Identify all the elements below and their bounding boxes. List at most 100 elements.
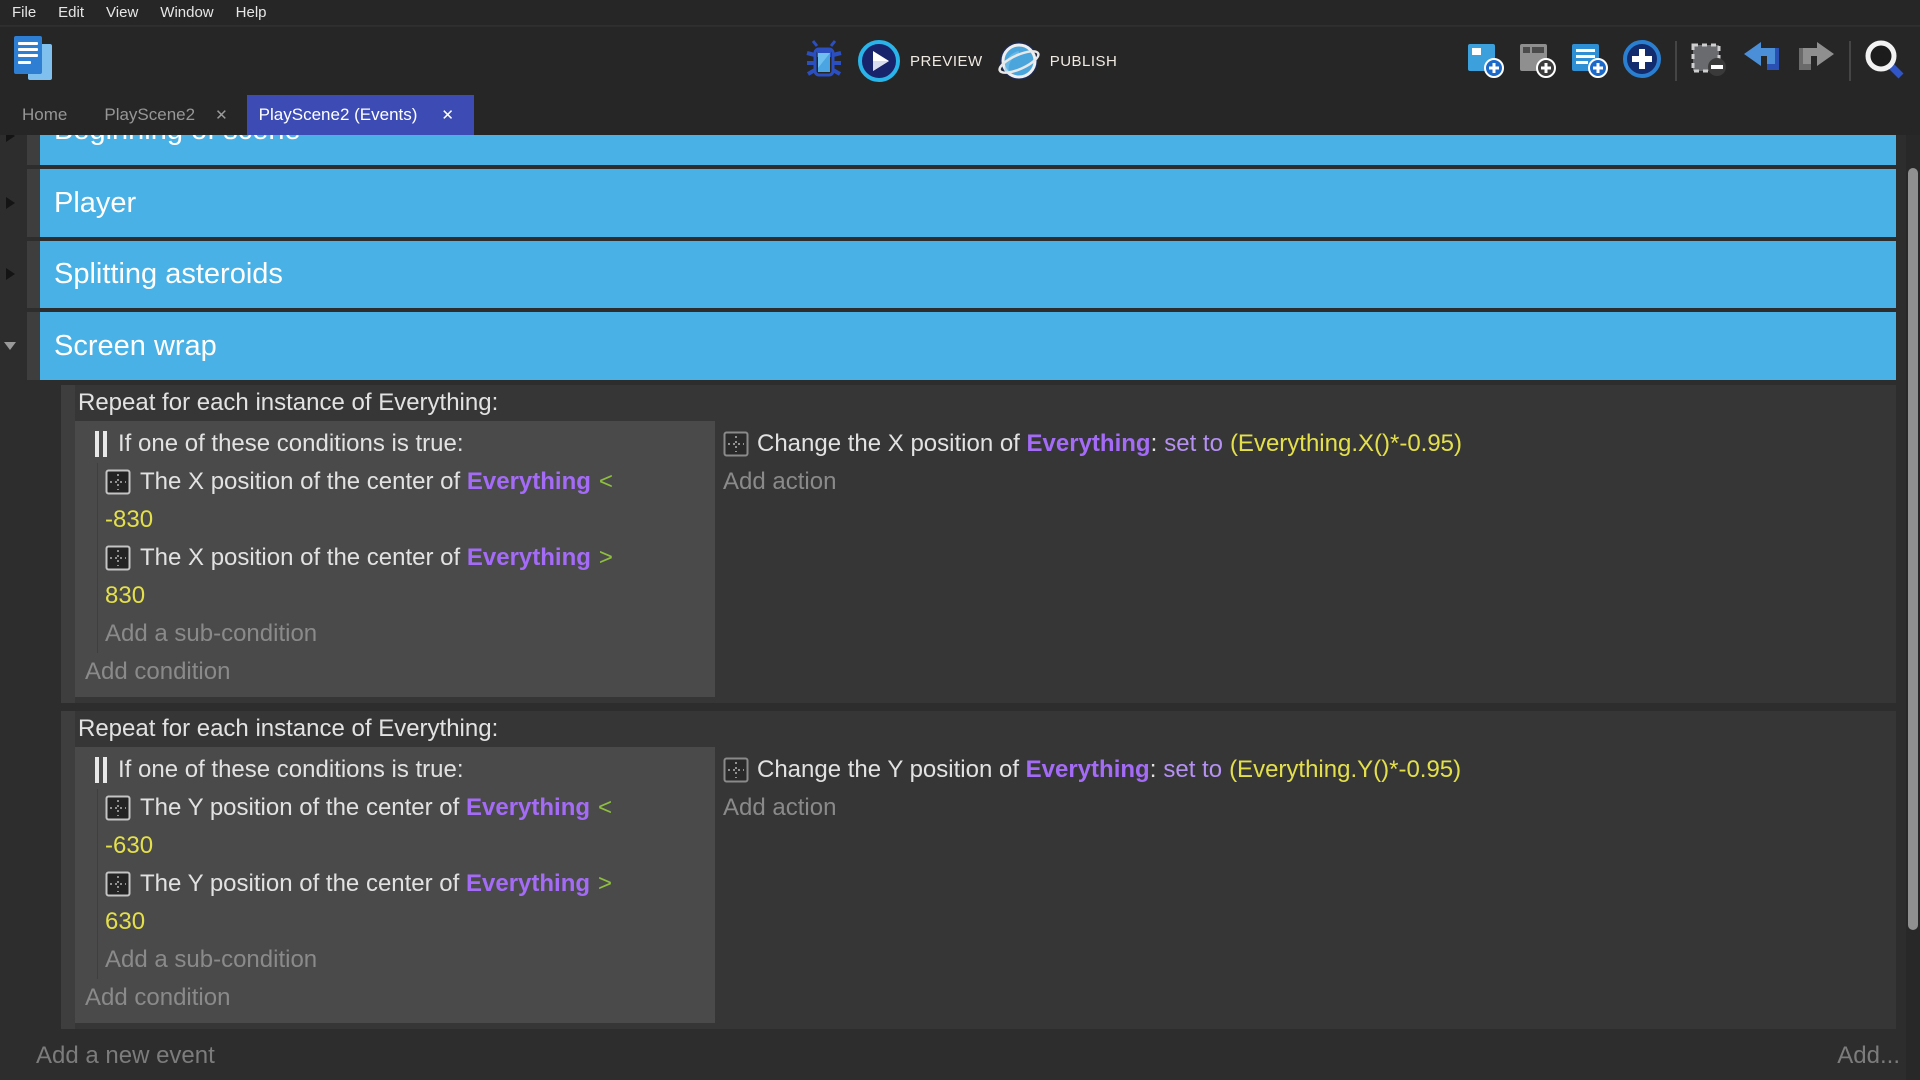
conditions-panel: If one of these conditions is true: <box>75 421 715 697</box>
action-text: Change the Y position of Everything:set … <box>757 756 1461 784</box>
repeat-event-header[interactable]: Repeat for each instance of Everything: <box>75 711 1896 747</box>
repeat-event-header[interactable]: Repeat for each instance of Everything: <box>75 385 1896 421</box>
or-condition-header[interactable]: If one of these conditions is true: <box>95 425 715 463</box>
toolbar-divider <box>1675 41 1677 81</box>
toolbar-divider <box>1849 41 1851 81</box>
position-icon <box>105 871 131 897</box>
add-new-event-link[interactable]: Add a new event <box>36 1042 215 1070</box>
menu-bar: File Edit View Window Help <box>0 0 1920 26</box>
drag-handle[interactable] <box>27 135 40 165</box>
condition-text: The Y position of the center of Everythi… <box>140 870 612 898</box>
main-toolbar: PREVIEW PUBLISH <box>0 27 1920 95</box>
position-icon <box>723 757 749 783</box>
toolbar-right <box>1465 27 1905 95</box>
menu-window[interactable]: Window <box>149 0 224 26</box>
drag-handle[interactable] <box>61 385 75 703</box>
condition-value[interactable]: -830 <box>105 501 715 539</box>
condition-text: The Y position of the center of Everythi… <box>140 794 612 822</box>
group-title: Splitting asteroids <box>54 258 283 291</box>
publish-button[interactable]: PUBLISH <box>997 39 1118 83</box>
tab-label: PlayScene2 <box>104 105 195 125</box>
condition-value[interactable]: 830 <box>105 577 715 615</box>
add-sub-condition-link[interactable]: Add a sub-condition <box>105 941 715 979</box>
action[interactable]: Change the Y position of Everything:set … <box>723 751 1896 789</box>
collapse-arrow-icon[interactable] <box>6 135 15 142</box>
condition-value[interactable]: -630 <box>105 827 715 865</box>
condition-text: The X position of the center of Everythi… <box>140 544 613 572</box>
preview-label: PREVIEW <box>910 53 983 70</box>
add-action-link[interactable]: Add action <box>723 789 1896 827</box>
add-more-link[interactable]: Add... <box>1837 1042 1900 1070</box>
menu-view[interactable]: View <box>95 0 149 26</box>
publish-label: PUBLISH <box>1050 53 1118 70</box>
expand-arrow-icon[interactable] <box>4 342 16 350</box>
position-icon <box>105 545 131 571</box>
menu-help[interactable]: Help <box>225 0 278 26</box>
group-title: Screen wrap <box>54 330 217 363</box>
actions-panel: Change the X position of Everything:set … <box>723 421 1896 501</box>
events-footer: Add a new event Add... <box>36 1040 1900 1072</box>
condition-text: The X position of the center of Everythi… <box>140 468 613 496</box>
add-subevent-icon[interactable] <box>1517 39 1557 84</box>
events-sheet: Beginning of scene Player Splitting aste… <box>0 135 1920 1080</box>
tab-close-icon[interactable]: ✕ <box>441 106 454 124</box>
tab-home[interactable]: Home <box>0 95 89 135</box>
group-title: Player <box>54 187 136 220</box>
or-condition-icon <box>95 757 107 783</box>
debug-icon[interactable] <box>805 39 843 84</box>
actions-panel: Change the Y position of Everything:set … <box>723 747 1896 827</box>
add-condition-link[interactable]: Add condition <box>85 653 715 691</box>
redo-icon[interactable] <box>1795 39 1837 84</box>
add-circle-icon[interactable] <box>1621 38 1663 85</box>
repeat-event-x: Repeat for each instance of Everything: … <box>61 385 1896 703</box>
position-icon <box>105 469 131 495</box>
add-action-link[interactable]: Add action <box>723 463 1896 501</box>
position-icon <box>105 795 131 821</box>
add-sub-condition-link[interactable]: Add a sub-condition <box>105 615 715 653</box>
tab-bar: Home PlayScene2 ✕ PlayScene2 (Events) ✕ <box>0 95 1920 135</box>
tab-label: PlayScene2 (Events) <box>259 105 418 125</box>
drag-handle[interactable] <box>27 169 40 237</box>
tab-label: Home <box>22 105 67 125</box>
menu-edit[interactable]: Edit <box>47 0 95 26</box>
action[interactable]: Change the X position of Everything:set … <box>723 425 1896 463</box>
tab-playscene2-events[interactable]: PlayScene2 (Events) ✕ <box>247 95 474 135</box>
position-icon <box>723 431 749 457</box>
toolbar-center: PREVIEW PUBLISH <box>805 27 1117 95</box>
add-condition-link[interactable]: Add condition <box>85 979 715 1017</box>
event-group-splitting-asteroids[interactable]: Splitting asteroids <box>27 241 1896 308</box>
or-condition-label: If one of these conditions is true: <box>118 756 464 784</box>
action-text: Change the X position of Everything:set … <box>757 430 1462 458</box>
event-group-screen-wrap[interactable]: Screen wrap <box>27 312 1896 380</box>
conditions-panel: If one of these conditions is true: <box>75 747 715 1023</box>
drag-handle[interactable] <box>27 241 40 308</box>
add-event-icon[interactable] <box>1465 39 1505 84</box>
condition[interactable]: The Y position of the center of Everythi… <box>105 789 715 865</box>
repeat-event-y: Repeat for each instance of Everything: … <box>61 711 1896 1029</box>
condition[interactable]: The X position of the center of Everythi… <box>105 463 715 539</box>
undo-icon[interactable] <box>1741 39 1783 84</box>
play-icon <box>857 39 901 83</box>
gdevelop-window: File Edit View Window Help <box>0 0 1920 1080</box>
search-icon[interactable] <box>1863 38 1905 85</box>
drag-handle[interactable] <box>27 312 40 380</box>
or-condition-header[interactable]: If one of these conditions is true: <box>95 751 715 789</box>
scrollbar-track[interactable] <box>1906 135 1920 1080</box>
preview-button[interactable]: PREVIEW <box>857 39 983 83</box>
tab-close-icon[interactable]: ✕ <box>215 106 228 124</box>
globe-icon <box>997 39 1041 83</box>
condition[interactable]: The Y position of the center of Everythi… <box>105 865 715 941</box>
menu-file[interactable]: File <box>12 0 47 26</box>
or-condition-icon <box>95 431 107 457</box>
delete-selection-icon[interactable] <box>1689 39 1729 84</box>
collapse-arrow-icon[interactable] <box>6 268 15 280</box>
scrollbar-thumb[interactable] <box>1908 168 1918 930</box>
condition[interactable]: The X position of the center of Everythi… <box>105 539 715 615</box>
event-group-beginning-of-scene[interactable]: Beginning of scene <box>27 135 1896 165</box>
tab-playscene2[interactable]: PlayScene2 ✕ <box>89 95 241 135</box>
collapse-arrow-icon[interactable] <box>6 197 15 209</box>
drag-handle[interactable] <box>61 711 75 1029</box>
condition-value[interactable]: 630 <box>105 903 715 941</box>
add-comment-icon[interactable] <box>1569 39 1609 84</box>
event-group-player[interactable]: Player <box>27 169 1896 237</box>
